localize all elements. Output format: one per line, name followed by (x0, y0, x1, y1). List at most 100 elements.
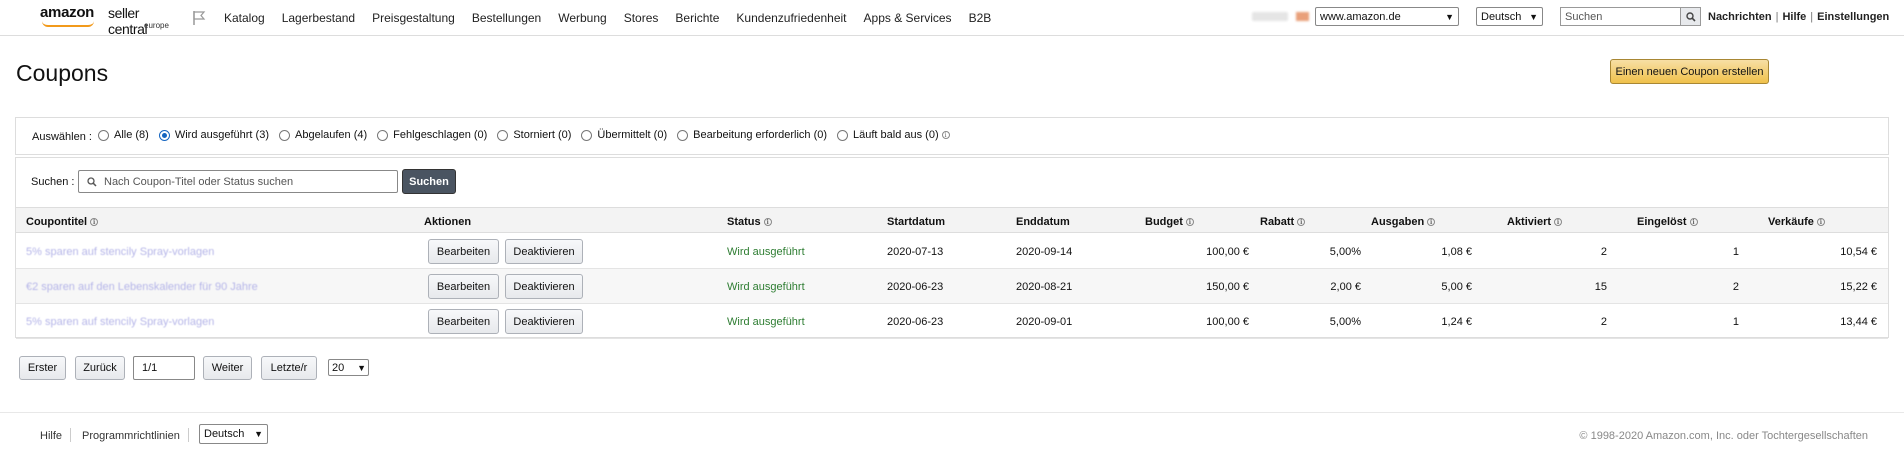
nav-item-stores[interactable]: Stores (624, 11, 659, 25)
deactivate-button[interactable]: Deaktivieren (505, 239, 583, 264)
edit-button[interactable]: Bearbeiten (428, 274, 499, 299)
page-number-input[interactable]: 1/1 (133, 356, 195, 380)
coupon-search-input[interactable]: Nach Coupon-Titel oder Status suchen (78, 170, 398, 193)
search-button[interactable]: Suchen (402, 169, 456, 194)
eingeloest-value: 1 (1732, 316, 1739, 328)
edit-button[interactable]: Bearbeiten (428, 309, 499, 334)
deactivate-button[interactable]: Deaktivieren (505, 274, 583, 299)
radio-button[interactable] (98, 129, 109, 141)
edit-button[interactable]: Bearbeiten (428, 239, 499, 264)
main-nav: Katalog Lagerbestand Preisgestaltung Bes… (224, 11, 1008, 25)
nav-item-werbung[interactable]: Werbung (558, 11, 606, 25)
radio-storniert[interactable]: Storniert (0) (497, 129, 571, 141)
eingeloest-value: 2 (1732, 281, 1739, 293)
table-row: €2 sparen auf den Lebenskalender für 90 … (16, 269, 1888, 304)
nav-item-lagerbestand[interactable]: Lagerbestand (282, 11, 355, 25)
separator: | (1810, 11, 1814, 23)
info-icon[interactable]: i (941, 131, 950, 139)
column-header-budget[interactable]: Budget i (1145, 216, 1194, 228)
radio-button[interactable] (279, 129, 290, 141)
global-search-button[interactable] (1680, 7, 1701, 26)
column-header-enddatum[interactable]: Enddatum (1016, 216, 1070, 228)
column-header-eingeloest[interactable]: Eingelöst i (1637, 216, 1698, 228)
nav-item-berichte[interactable]: Berichte (675, 11, 719, 25)
radio-alle[interactable]: Alle (8) (98, 129, 149, 141)
radio-button[interactable] (837, 129, 849, 141)
nav-item-apps-services[interactable]: Apps & Services (864, 11, 952, 25)
info-icon[interactable]: i (90, 218, 99, 227)
amazon-seller-central-logo[interactable]: amazon seller central europe (40, 4, 170, 37)
search-icon (1685, 11, 1696, 22)
radio-button[interactable] (377, 129, 389, 141)
flag-icon[interactable] (192, 10, 206, 26)
copyright-text: © 1998-2020 Amazon.com, Inc. oder Tochte… (1579, 430, 1868, 442)
footer-link-programmrichtlinien[interactable]: Programmrichtlinien (82, 430, 180, 442)
link-nachrichten[interactable]: Nachrichten (1708, 11, 1772, 23)
footer-link-hilfe[interactable]: Hilfe (40, 430, 62, 442)
radio-button[interactable] (677, 129, 689, 141)
column-header-verkaeufe[interactable]: Verkäufe i (1768, 216, 1825, 228)
radio-laeuft-bald-aus[interactable]: Läuft bald aus (0) i (837, 129, 950, 141)
last-page-button[interactable]: Letzte/r (261, 356, 317, 380)
info-icon[interactable]: i (1185, 218, 1194, 227)
radio-button[interactable] (497, 129, 509, 141)
nav-item-b2b[interactable]: B2B (969, 11, 992, 25)
info-icon[interactable]: i (1689, 218, 1698, 227)
search-label: Suchen : (31, 176, 75, 188)
budget-value: 100,00 € (1206, 316, 1249, 328)
column-header-status[interactable]: Status i (727, 216, 772, 228)
nav-item-bestellungen[interactable]: Bestellungen (472, 11, 541, 25)
verkaeufe-value: 13,44 € (1840, 316, 1877, 328)
coupon-title-link[interactable]: €2 sparen auf den Lebenskalender für 90 … (26, 281, 258, 293)
start-date: 2020-07-13 (887, 246, 944, 258)
next-page-button[interactable]: Weiter (203, 356, 252, 380)
column-header-coupontitel[interactable]: Coupontitel i (26, 216, 99, 228)
language-select[interactable]: Deutsch ▼ (1476, 7, 1543, 26)
page-size-select[interactable]: 20 ▼ (328, 359, 369, 376)
column-header-rabatt[interactable]: Rabatt i (1260, 216, 1306, 228)
coupon-title-link[interactable]: 5% sparen auf stencily Spray-vorlagen (26, 246, 214, 258)
radio-wird-ausgefuehrt[interactable]: Wird ausgeführt (3) (158, 129, 269, 141)
link-einstellungen[interactable]: Einstellungen (1817, 11, 1889, 23)
budget-value: 150,00 € (1206, 281, 1249, 293)
radio-button[interactable] (581, 129, 593, 141)
column-header-aktionen: Aktionen (424, 216, 472, 228)
coupon-title-link[interactable]: 5% sparen auf stencily Spray-vorlagen (26, 316, 214, 328)
first-page-button[interactable]: Erster (19, 356, 66, 380)
radio-label: Fehlgeschlagen (0) (393, 129, 488, 141)
column-header-ausgaben[interactable]: Ausgaben i (1371, 216, 1436, 228)
rabatt-value: 2,00 € (1330, 281, 1361, 293)
chevron-down-icon: ▼ (1445, 11, 1454, 22)
radio-bearbeitung-erforderlich[interactable]: Bearbeitung erforderlich (0) (677, 129, 827, 141)
info-icon[interactable]: i (1427, 218, 1436, 227)
previous-page-button[interactable]: Zurück (75, 356, 125, 380)
radio-fehlgeschlagen[interactable]: Fehlgeschlagen (0) (377, 129, 487, 141)
aktiviert-value: 2 (1600, 316, 1607, 328)
footer-language-select[interactable]: Deutsch ▼ (199, 424, 268, 444)
country-flag-icon (1296, 12, 1309, 21)
nav-item-kundenzufriedenheit[interactable]: Kundenzufriedenheit (736, 11, 846, 25)
column-header-aktiviert[interactable]: Aktiviert i (1507, 216, 1563, 228)
create-coupon-button[interactable]: Einen neuen Coupon erstellen (1610, 59, 1769, 84)
nav-item-preisgestaltung[interactable]: Preisgestaltung (372, 11, 455, 25)
info-icon[interactable]: i (763, 218, 772, 227)
radio-abgelaufen[interactable]: Abgelaufen (4) (279, 129, 367, 141)
info-icon[interactable]: i (1297, 218, 1306, 227)
nav-item-katalog[interactable]: Katalog (224, 11, 265, 25)
marketplace-select[interactable]: www.amazon.de ▼ (1315, 7, 1459, 26)
global-search-input[interactable]: Suchen (1560, 7, 1680, 26)
deactivate-button[interactable]: Deaktivieren (505, 309, 583, 334)
link-hilfe[interactable]: Hilfe (1782, 11, 1806, 23)
logo-region-text: europe (144, 21, 169, 30)
info-icon[interactable]: i (1554, 218, 1563, 227)
radio-button-selected[interactable] (158, 129, 170, 141)
logo-amazon-text: amazon (40, 4, 95, 21)
radio-uebermittelt[interactable]: Übermittelt (0) (581, 129, 667, 141)
account-name-redacted (1252, 12, 1288, 21)
verkaeufe-value: 10,54 € (1840, 246, 1877, 258)
coupon-table-panel: Suchen : Nach Coupon-Titel oder Status s… (15, 157, 1889, 339)
footer: Hilfe Programmrichtlinien Deutsch ▼ © 19… (0, 412, 1904, 458)
column-header-startdatum[interactable]: Startdatum (887, 216, 945, 228)
info-icon[interactable]: i (1816, 218, 1825, 227)
ausgaben-value: 5,00 € (1441, 281, 1472, 293)
